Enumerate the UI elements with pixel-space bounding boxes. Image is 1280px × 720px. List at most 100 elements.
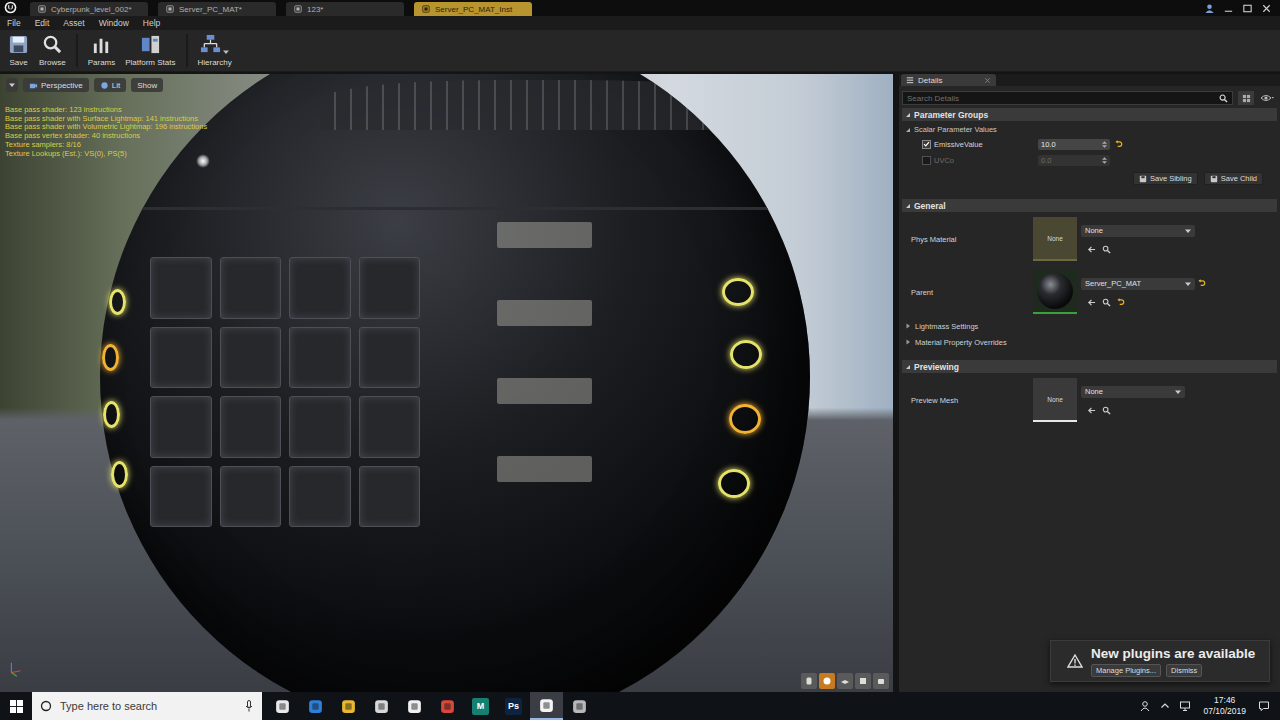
start-button[interactable] [0, 692, 32, 720]
browse-icon[interactable] [1102, 406, 1111, 415]
use-selected-icon[interactable] [1087, 245, 1096, 254]
toolbar-button[interactable]: Save [8, 30, 29, 71]
asset-thumbnail[interactable]: None [1033, 378, 1077, 422]
scalar-group-header[interactable]: Scalar Parameter Values [902, 121, 1277, 136]
asset-picker-dropdown[interactable]: None [1081, 386, 1185, 398]
people-icon[interactable] [1139, 700, 1151, 712]
expanded-arrow-icon [905, 112, 911, 118]
preview-shape-button[interactable] [855, 673, 871, 689]
taskbar-app[interactable] [266, 692, 299, 720]
unreal-logo-icon[interactable] [4, 1, 17, 14]
minimize-icon[interactable] [1223, 3, 1234, 14]
asset-thumbnail[interactable]: None [1033, 217, 1077, 261]
emissive-ring [111, 461, 128, 488]
toolbar-button[interactable]: Browse [39, 30, 66, 71]
save-buttons: Save Sibling Save Child [902, 168, 1277, 185]
notification-button[interactable]: Dismiss [1166, 664, 1202, 677]
view-options-icon[interactable] [1259, 93, 1275, 103]
sphere-panel [220, 257, 282, 319]
close-tab-icon[interactable] [984, 77, 991, 84]
show-hidden-icons-icon[interactable] [1159, 700, 1171, 712]
dropdown-arrow-icon[interactable] [223, 49, 229, 55]
asset-picker-dropdown[interactable]: None [1081, 225, 1195, 237]
reset-to-default-icon[interactable] [1198, 279, 1207, 288]
browse-icon[interactable] [1102, 245, 1111, 254]
app-icon [307, 698, 324, 715]
taskbar-app[interactable] [398, 692, 431, 720]
viewport-button[interactable]: Show [131, 78, 163, 92]
close-icon[interactable] [1261, 3, 1272, 14]
toolbar-button[interactable]: Platform Stats [125, 30, 175, 71]
preview-shape-button[interactable] [873, 673, 889, 689]
stat-line: Texture Lookups (Est.): VS(0), PS(5) [5, 150, 207, 159]
taskbar-app[interactable] [365, 692, 398, 720]
notification-button[interactable]: Manage Plugins... [1091, 664, 1161, 677]
viewport-button[interactable]: Perspective [23, 78, 89, 92]
taskbar-app[interactable] [299, 692, 332, 720]
document-tab[interactable]: Server_PC_MAT_Inst [414, 2, 532, 16]
document-tab[interactable]: Server_PC_MAT* [158, 2, 276, 16]
save-button[interactable]: Save Sibling [1133, 172, 1198, 185]
browse-icon[interactable] [1102, 298, 1111, 307]
general-header[interactable]: General [902, 199, 1277, 212]
title-bar: Cyberpunk_level_002* Server_PC_MAT* 123* Se… [0, 0, 1280, 16]
account-icon[interactable] [1204, 3, 1215, 14]
taskbar-app[interactable] [431, 692, 464, 720]
menu-item[interactable]: Window [99, 18, 129, 28]
taskbar-app[interactable] [530, 692, 563, 720]
viewport-button[interactable]: Lit [94, 78, 126, 92]
reset-to-default-icon[interactable] [1115, 140, 1124, 149]
taskbar-app[interactable] [563, 692, 596, 720]
parameter-value-field[interactable]: 0.0 [1038, 155, 1110, 166]
sphere-panel [220, 327, 282, 389]
collapsed-category[interactable]: Material Property Overrides [902, 334, 1277, 350]
search-details-field[interactable]: Search Details [902, 91, 1233, 105]
taskbar-app[interactable]: Ps [497, 692, 530, 720]
reset-to-default-icon[interactable] [1117, 298, 1126, 307]
sphere-band [100, 207, 810, 210]
menu-item[interactable]: Help [143, 18, 160, 28]
menu-item[interactable]: Asset [63, 18, 84, 28]
preview-shape-button[interactable] [837, 673, 853, 689]
taskbar-app[interactable]: M [464, 692, 497, 720]
document-tab[interactable]: Cyberpunk_level_002* [30, 2, 148, 16]
previewing-header[interactable]: Previewing [902, 360, 1277, 373]
toolbar-button[interactable]: Hierarchy [198, 30, 232, 71]
network-icon[interactable] [1179, 700, 1191, 712]
parameter-checkbox[interactable] [922, 156, 931, 165]
sphere-panel [289, 466, 351, 528]
viewport[interactable]: Perspective Lit Show Base pass shader: 123 … [0, 74, 893, 692]
parameter-groups-header[interactable]: Parameter Groups [902, 108, 1277, 121]
property-matrix-button[interactable] [1238, 91, 1254, 105]
clock[interactable]: 17:4607/10/2019 [1199, 695, 1250, 717]
collapsed-category[interactable]: Lightmass Settings [902, 318, 1277, 334]
asset-thumbnail[interactable] [1033, 270, 1077, 314]
parameter-value-field[interactable]: 10.0 [1038, 139, 1110, 150]
emissive-ring [730, 340, 762, 369]
details-tab[interactable]: Details [901, 74, 996, 86]
parameter-checkbox[interactable] [922, 140, 931, 149]
warning-icon [1067, 654, 1083, 668]
asset-property-row: Phys MaterialNoneNone [902, 212, 1277, 265]
microphone-icon[interactable] [244, 700, 254, 712]
asset-picker-dropdown[interactable]: Server_PC_MAT [1081, 278, 1195, 290]
save-button[interactable]: Save Child [1204, 172, 1263, 185]
menu-item[interactable]: File [7, 18, 21, 28]
details-panel: Details Search Details Parameter GroupsSca… [899, 74, 1280, 692]
preview-shape-button[interactable] [819, 673, 835, 689]
viewport-options-button[interactable] [6, 78, 18, 92]
taskbar-app[interactable] [332, 692, 365, 720]
preview-render[interactable] [0, 74, 893, 692]
menu-bar: File Edit Asset Window Help [0, 16, 1280, 30]
use-selected-icon[interactable] [1087, 298, 1096, 307]
toolbar-button[interactable]: Params [88, 30, 116, 71]
preview-shape-button[interactable] [801, 673, 817, 689]
maximize-icon[interactable] [1242, 3, 1253, 14]
document-tab[interactable]: 123* [286, 2, 404, 16]
menu-item[interactable]: Edit [35, 18, 50, 28]
stat-line: Base pass shader: 123 instructions [5, 106, 207, 115]
asset-icon [422, 5, 430, 13]
taskbar-search[interactable]: Type here to search [32, 692, 262, 720]
action-center-icon[interactable] [1258, 700, 1270, 712]
use-selected-icon[interactable] [1087, 406, 1096, 415]
